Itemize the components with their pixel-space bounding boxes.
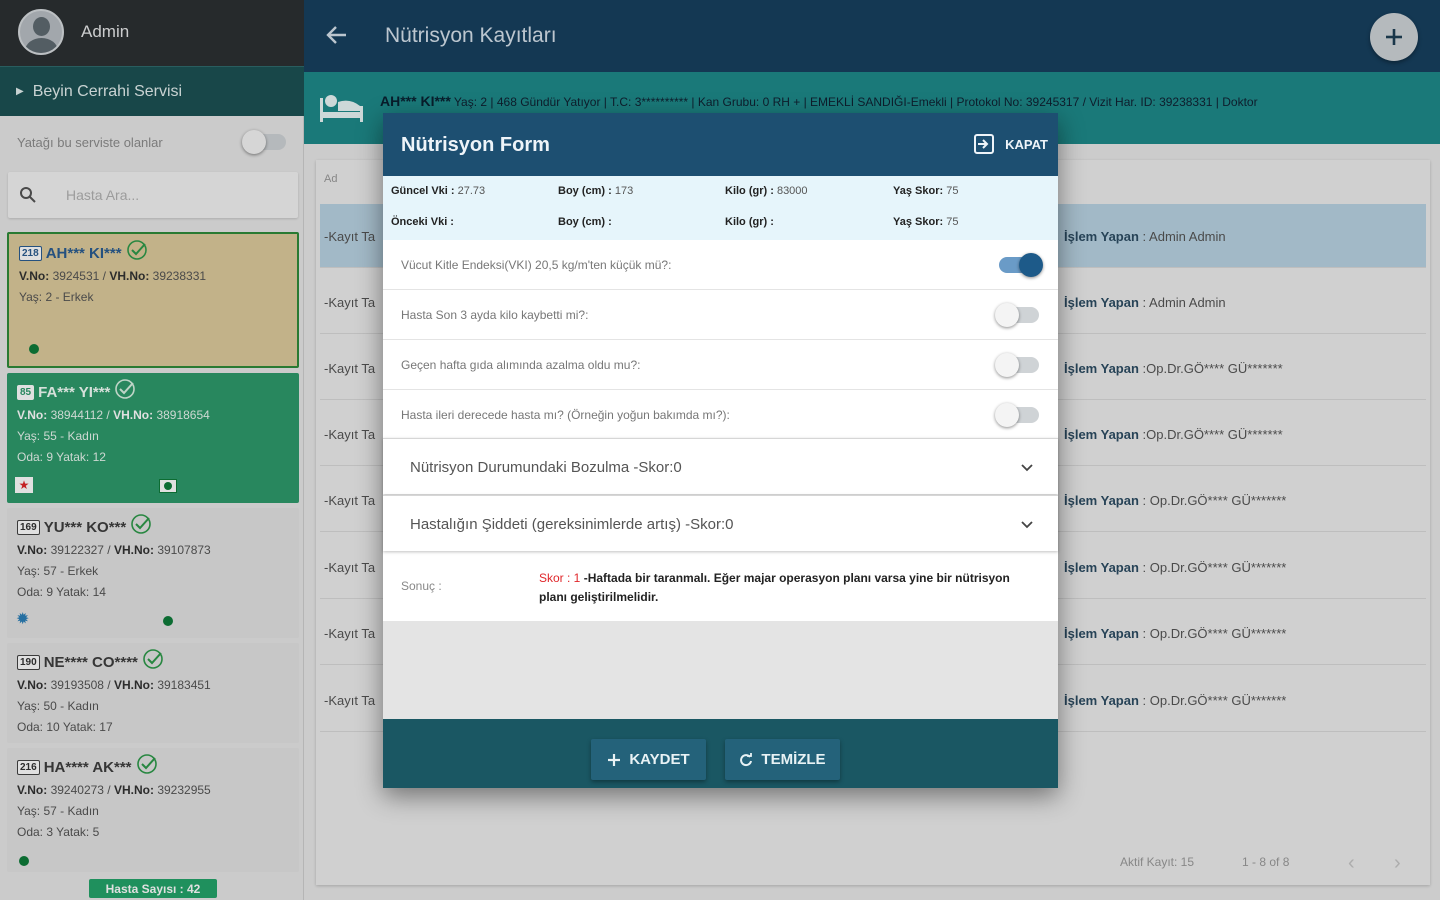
accordion-title: Nütrisyon Durumundaki Bozulma -Skor:0: [410, 459, 682, 476]
previous-weight: Kilo (gr) :: [725, 216, 774, 228]
bmi-metrics: Güncel Vki : 27.73 Boy (cm) : 173 Kilo (…: [383, 176, 1058, 240]
question-text: Geçen hafta gıda alımında azalma oldu mu…: [401, 358, 641, 372]
dialog-title: Nütrisyon Form: [401, 134, 550, 156]
current-bmi: Güncel Vki : 27.73: [391, 185, 486, 197]
dialog-header: Nütrisyon Form KAPAT: [383, 113, 1058, 176]
save-button[interactable]: KAYDET: [591, 739, 706, 780]
accordion-title: Hastalığın Şiddeti (gereksinimlerde artı…: [410, 516, 734, 533]
close-button[interactable]: KAPAT: [973, 133, 1048, 155]
question-severity: Hasta ileri derecede hasta mı? (Örneğin …: [383, 390, 1058, 440]
close-label: KAPAT: [1005, 136, 1048, 152]
question-weight-loss: Hasta Son 3 ayda kilo kaybetti mi?:: [383, 290, 1058, 340]
result-row: Sonuç : Skor : 1 -Haftada bir taranmalı.…: [383, 557, 1058, 621]
question-text: Hasta Son 3 ayda kilo kaybetti mi?:: [401, 308, 589, 322]
accordion-nutrition-status[interactable]: Nütrisyon Durumundaki Bozulma -Skor:0: [383, 438, 1058, 494]
previous-age-score: Yaş Skor: 75: [893, 216, 959, 228]
current-height: Boy (cm) : 173: [558, 185, 634, 197]
exit-icon: [974, 134, 995, 154]
clear-label: TEMİZLE: [761, 751, 826, 768]
nutrition-form-dialog: Nütrisyon Form KAPAT Güncel Vki : 27.73 …: [383, 113, 1058, 788]
plus-icon: [608, 753, 621, 766]
question-toggle[interactable]: [995, 403, 1039, 427]
current-age-score: Yaş Skor: 75: [893, 185, 959, 197]
result-label: Sonuç :: [401, 579, 442, 593]
question-text: Hasta ileri derecede hasta mı? (Örneğin …: [401, 408, 730, 422]
previous-bmi: Önceki Vki :: [391, 216, 454, 228]
result-text: Skor : 1 -Haftada bir taranmalı. Eğer ma…: [539, 571, 1010, 604]
current-weight: Kilo (gr) : 83000: [725, 185, 808, 197]
question-bmi: Vücut Kitle Endeksi(VKI) 20,5 kg/m'ten k…: [383, 240, 1058, 290]
question-food-intake: Geçen hafta gıda alımında azalma oldu mu…: [383, 340, 1058, 390]
empty-area: [383, 621, 1058, 719]
question-toggle[interactable]: [995, 353, 1039, 377]
refresh-icon: [740, 752, 753, 766]
save-label: KAYDET: [629, 751, 690, 768]
clear-button[interactable]: TEMİZLE: [725, 739, 840, 780]
question-toggle[interactable]: [999, 253, 1043, 277]
chevron-down-icon: [1021, 521, 1033, 529]
chevron-down-icon: [1021, 464, 1033, 472]
accordion-disease-severity[interactable]: Hastalığın Şiddeti (gereksinimlerde artı…: [383, 495, 1058, 551]
question-text: Vücut Kitle Endeksi(VKI) 20,5 kg/m'ten k…: [401, 258, 672, 272]
question-toggle[interactable]: [995, 303, 1039, 327]
previous-height: Boy (cm) :: [558, 216, 612, 228]
dialog-footer: KAYDET TEMİZLE: [383, 719, 1058, 788]
